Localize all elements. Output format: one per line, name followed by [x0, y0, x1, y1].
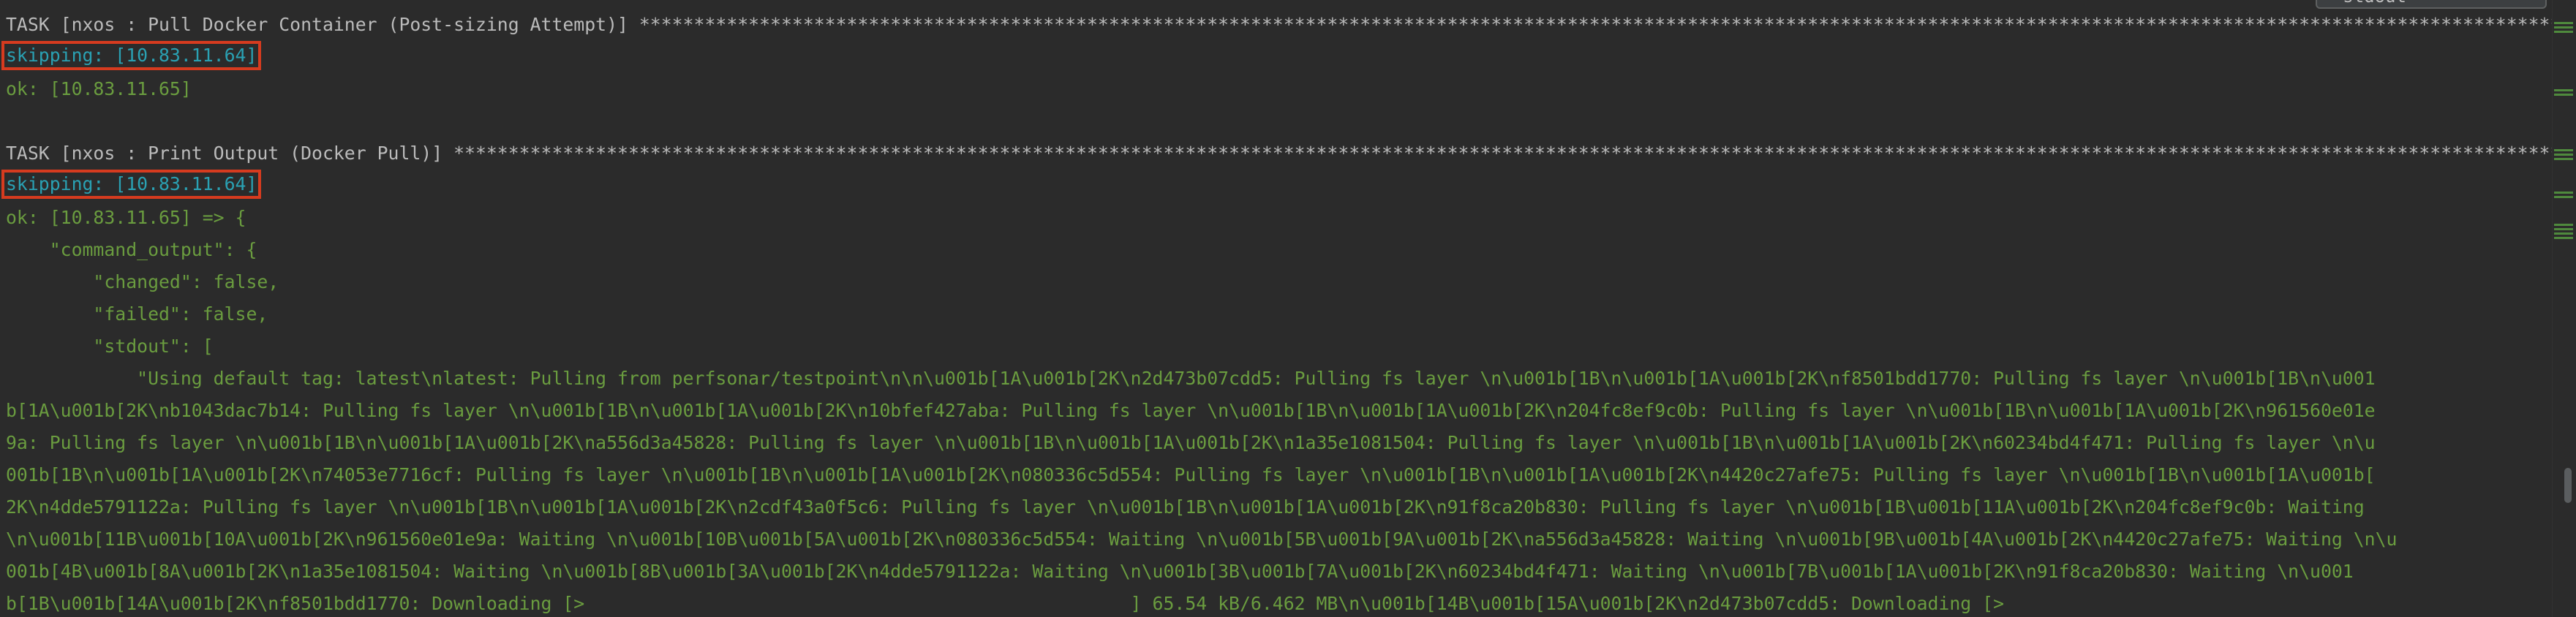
json-line: "command_output": { — [6, 239, 257, 260]
scrollbar-thumb[interactable] — [2564, 468, 2572, 503]
highlighted-skipping-host: skipping: [10.83.11.64] — [1, 170, 262, 199]
terminal-output[interactable]: TASK [nxos : Pull Docker Container (Post… — [0, 0, 2553, 617]
search-result-marker — [2554, 224, 2573, 226]
search-result-marker — [2554, 192, 2573, 194]
search-value: stdout — [2343, 0, 2406, 7]
search-result-marker — [2554, 22, 2573, 24]
json-line: "changed": false, — [6, 271, 279, 292]
search-result-marker — [2554, 89, 2573, 91]
ok-line: ok: [10.83.11.65] => { — [6, 207, 246, 228]
search-result-marker — [2554, 26, 2573, 29]
stdout-line: \n\u001b[11B\u001b[10A\u001b[2K\n961560e… — [6, 529, 2398, 550]
search-result-marker — [2554, 149, 2573, 151]
stdout-line: 001b[1B\n\u001b[1A\u001b[2K\n74053e7716c… — [6, 464, 2376, 485]
skipping-line: skipping: [10.83.11.64] — [1, 41, 262, 73]
search-result-marker — [2554, 228, 2573, 230]
stdout-line: b[1A\u001b[2K\nb1043dac7b14: Pulling fs … — [6, 400, 2376, 421]
search-result-marker — [2554, 94, 2573, 96]
search-result-marker — [2554, 158, 2573, 160]
task-header-print-output: TASK [nxos : Print Output (Docker Pull)]… — [6, 143, 2553, 164]
stdout-line: 001b[4B\u001b[8A\u001b[2K\n1a35e1081504:… — [6, 561, 2354, 582]
json-line: "stdout": [ — [6, 336, 214, 357]
search-result-marker — [2554, 31, 2573, 33]
task-header-pull-docker: TASK [nxos : Pull Docker Container (Post… — [6, 14, 2553, 35]
stdout-line: b[1B\u001b[14A\u001b[2K\nf8501bdd1770: D… — [6, 593, 2005, 614]
vertical-scrollbar[interactable] — [2552, 0, 2576, 617]
search-field[interactable]: ⌕ stdout — [2316, 0, 2547, 9]
stdout-line: 9a: Pulling fs layer \n\u001b[1B\n\u001b… — [6, 432, 2376, 453]
stdout-line: 2K\n4dde5791122a: Pulling fs layer \n\u0… — [6, 496, 2365, 518]
search-result-marker — [2554, 237, 2573, 239]
json-line: "failed": false, — [6, 303, 268, 325]
stdout-line: "Using default tag: latest\nlatest: Pull… — [6, 368, 2376, 389]
search-icon: ⌕ — [2326, 0, 2335, 4]
ok-line: ok: [10.83.11.65] — [6, 78, 192, 99]
search-result-marker — [2554, 154, 2573, 156]
search-result-marker — [2554, 196, 2573, 198]
search-result-marker — [2554, 232, 2573, 235]
skipping-line: skipping: [10.83.11.64] — [1, 170, 262, 202]
highlighted-skipping-host: skipping: [10.83.11.64] — [1, 41, 262, 70]
